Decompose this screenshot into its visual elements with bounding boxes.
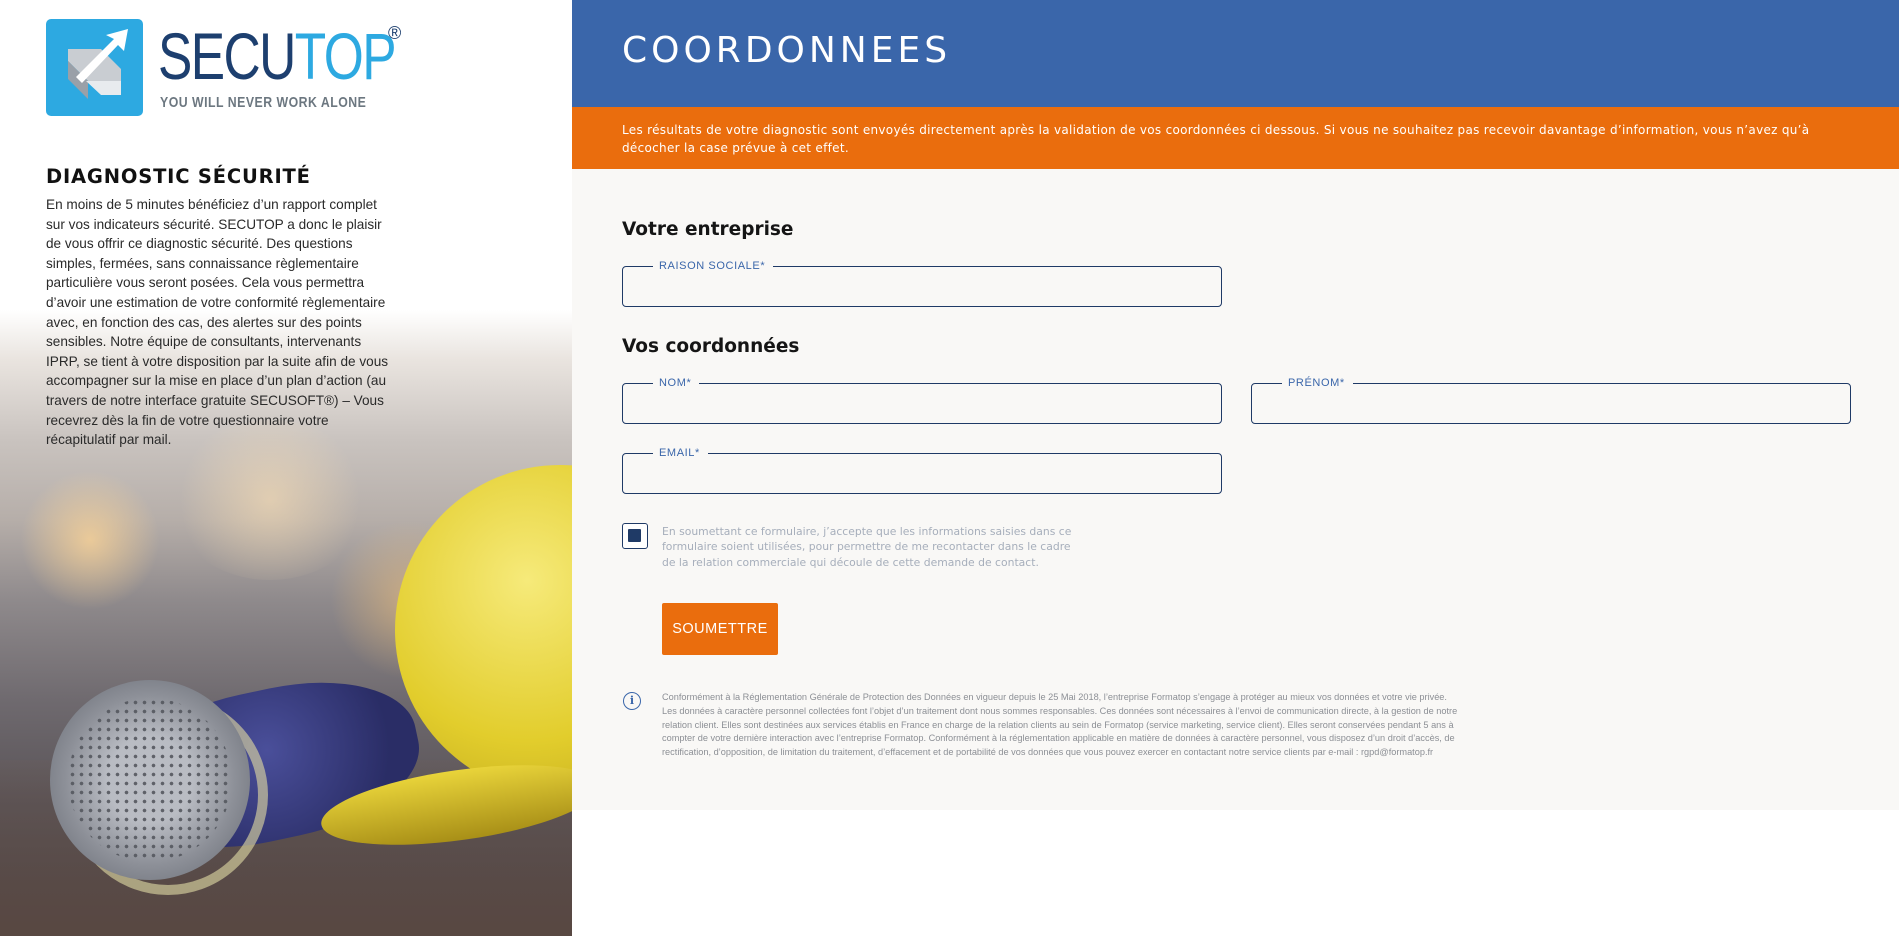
logo-mark-icon [46, 19, 143, 116]
respirator-filter-image [50, 680, 250, 880]
logo-wordmark: SECUTOP [158, 19, 397, 93]
company-section-title: Votre entreprise [622, 219, 794, 240]
firstname-field[interactable]: PRÉNOM* [1251, 376, 1851, 424]
email-label: EMAIL* [653, 446, 708, 460]
info-circle-icon: i [623, 692, 641, 710]
page-header: COORDONNEES [572, 0, 1899, 107]
left-panel: SECUTOP ® YOU WILL NEVER WORK ALONE DIAG… [0, 0, 572, 936]
background-light [20, 470, 160, 610]
secutop-logo[interactable]: SECUTOP ® YOU WILL NEVER WORK ALONE [46, 19, 406, 119]
contact-form: Votre entreprise RAISON SOCIALE* Vos coo… [572, 169, 1899, 810]
email-field[interactable]: EMAIL* [622, 446, 1222, 494]
consent-checkbox[interactable] [622, 523, 648, 549]
company-name-label: RAISON SOCIALE* [653, 259, 774, 273]
logo-registered-mark: ® [388, 23, 402, 43]
info-banner: Les résultats de votre diagnostic sont e… [572, 107, 1899, 169]
company-name-field[interactable]: RAISON SOCIALE* [622, 259, 1222, 307]
lastname-field[interactable]: NOM* [622, 376, 1222, 424]
info-banner-text: Les résultats de votre diagnostic sont e… [622, 123, 1810, 155]
diagnostic-title: DIAGNOSTIC SÉCURITÉ [46, 165, 311, 188]
lastname-label: NOM* [653, 376, 700, 390]
gdpr-legal-notice: Conformément à la Réglementation Général… [662, 692, 1458, 758]
consent-text: En soumettant ce formulaire, j’accepte q… [662, 525, 1072, 569]
diagnostic-description: En moins de 5 minutes bénéficiez d’un ra… [46, 197, 389, 448]
checkbox-checked-mark [628, 529, 641, 542]
email-input[interactable] [623, 454, 1221, 493]
hard-hat-image [395, 465, 572, 795]
logo-tagline: YOU WILL NEVER WORK ALONE [160, 94, 367, 111]
firstname-label: PRÉNOM* [1282, 376, 1353, 390]
submit-button[interactable]: SOUMETTRE [662, 603, 778, 655]
lastname-input[interactable] [623, 384, 1221, 423]
contact-section-title: Vos coordonnées [622, 336, 800, 357]
page-title: COORDONNEES [622, 30, 952, 71]
